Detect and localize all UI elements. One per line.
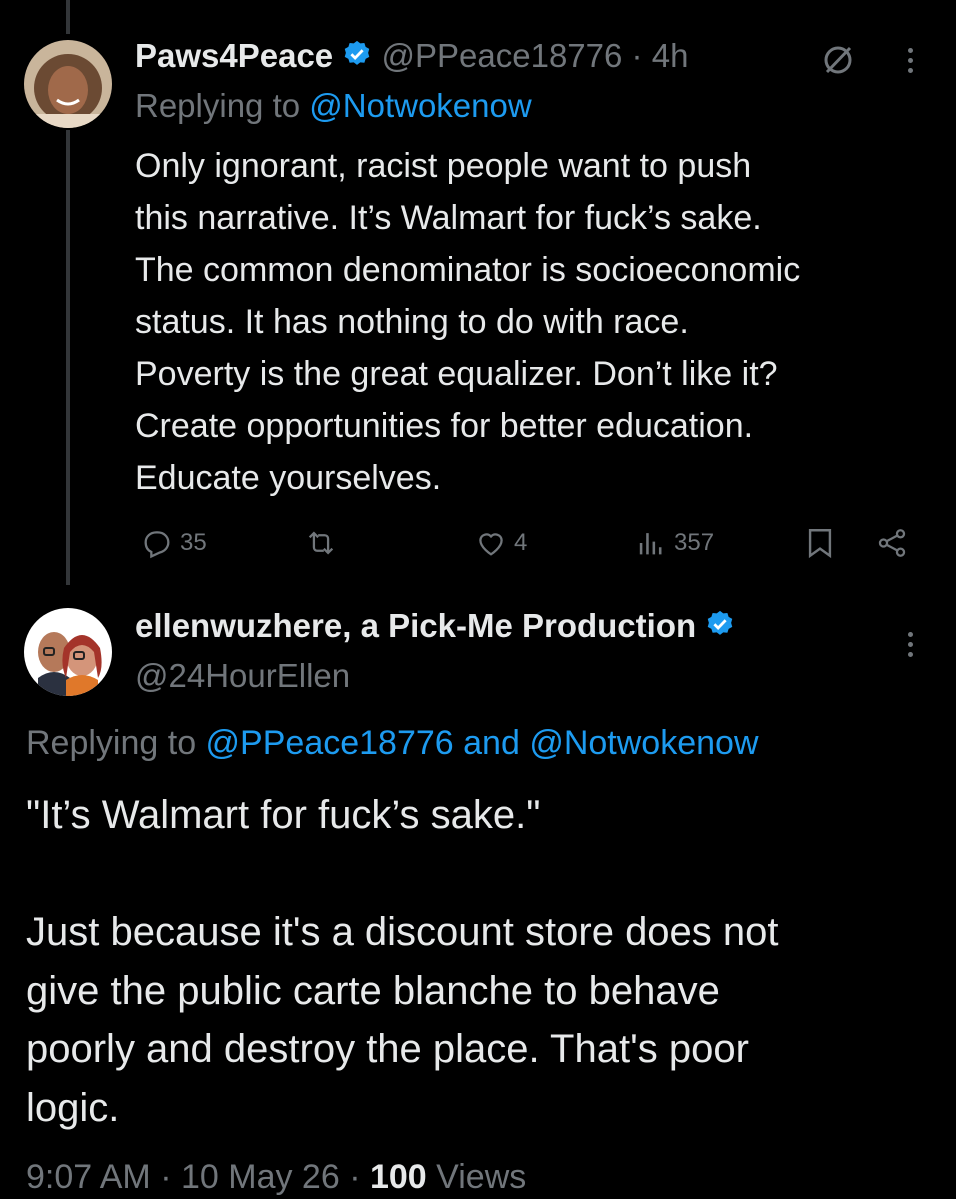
- reply-count: 35: [180, 529, 207, 556]
- more-icon[interactable]: [908, 632, 913, 657]
- timestamp[interactable]: 9:07 AM: [26, 1158, 151, 1196]
- meta-separator: ·: [160, 1158, 172, 1196]
- avatar[interactable]: [24, 40, 112, 128]
- tweet-line: Educate yourselves.: [135, 459, 442, 497]
- views-count: 357: [674, 529, 715, 556]
- bookmark-icon: [804, 526, 836, 560]
- timestamp[interactable]: 4h: [652, 37, 689, 74]
- replying-to-link[interactable]: @Notwokenow: [309, 87, 531, 124]
- replying-to-link[interactable]: @Notwokenow: [529, 724, 758, 762]
- tweet-line: give the public carte blanche to behave: [26, 968, 720, 1013]
- views-count: 100: [369, 1158, 427, 1196]
- meta-separator: ·: [349, 1158, 361, 1196]
- views-label: Views: [436, 1158, 527, 1196]
- reply-icon: [140, 526, 174, 560]
- repost-icon: [302, 526, 340, 560]
- tweet-line: Create opportunities for better educatio…: [135, 407, 754, 445]
- display-name[interactable]: ellenwuzhere, a Pick-Me Production: [135, 607, 696, 644]
- repost-button[interactable]: [302, 526, 346, 560]
- handle[interactable]: @PPeace18776: [382, 37, 623, 74]
- tweet-line: The common denominator is socioeconomic: [135, 251, 801, 289]
- tweet-line: this narrative. It’s Walmart for fuck’s …: [135, 199, 762, 237]
- tweet-line: [26, 845, 779, 904]
- meta-separator: ·: [631, 37, 643, 74]
- tweet-body: Only ignorant, racist people want to pus…: [135, 140, 800, 504]
- tweet-line: Only ignorant, racist people want to pus…: [135, 147, 752, 185]
- verified-icon: [705, 608, 735, 648]
- views-button[interactable]: 357: [634, 526, 714, 560]
- tweet-body: "It’s Walmart for fuck’s sake." Just bec…: [26, 786, 779, 1137]
- views-icon: [634, 526, 668, 560]
- like-button[interactable]: 4: [474, 526, 527, 560]
- date[interactable]: 10 May 26: [181, 1158, 340, 1196]
- thread-line-top: [66, 0, 70, 34]
- verified-icon: [342, 38, 372, 78]
- tweet-line: Just because it's a discount store does …: [26, 910, 779, 954]
- replying-label: Replying to: [26, 724, 206, 762]
- tweet-line: logic.: [26, 1085, 120, 1130]
- display-name[interactable]: Paws4Peace: [135, 37, 333, 74]
- handle[interactable]: @24HourEllen: [135, 656, 350, 696]
- thread-line-connector: [66, 130, 70, 585]
- replying-label: Replying to: [135, 87, 310, 124]
- tweet-line: poorly and destroy the place. That's poo…: [26, 1027, 749, 1071]
- more-icon[interactable]: [908, 48, 913, 73]
- like-icon: [474, 526, 508, 560]
- share-button[interactable]: [874, 526, 910, 560]
- tweet-line: "It’s Walmart for fuck’s sake.": [26, 793, 541, 837]
- bookmark-button[interactable]: [804, 526, 836, 560]
- replying-and: and: [453, 724, 530, 762]
- tweet-meta: 9:07 AM · 10 May 26 · 100 Views: [26, 1156, 526, 1198]
- share-icon: [874, 526, 910, 560]
- like-count: 4: [514, 529, 528, 556]
- tweet-line: status. It has nothing to do with race.: [135, 303, 689, 341]
- reply-button[interactable]: 35: [140, 526, 207, 560]
- grok-icon[interactable]: [818, 40, 858, 85]
- replying-to-link[interactable]: @PPeace18776: [206, 724, 454, 762]
- tweet-line: Poverty is the great equalizer. Don’t li…: [135, 355, 778, 393]
- avatar[interactable]: [24, 608, 112, 696]
